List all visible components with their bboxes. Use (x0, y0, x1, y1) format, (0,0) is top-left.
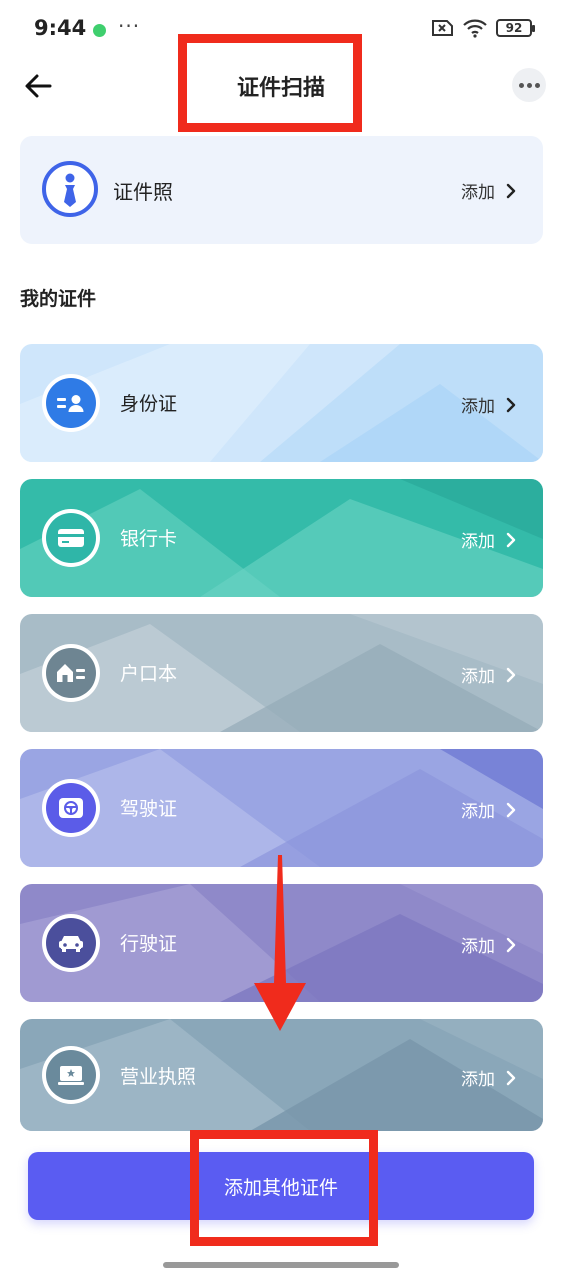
driver-license-card[interactable]: 驾驶证 添加 (20, 749, 543, 867)
household-label: 户口本 (120, 663, 178, 685)
more-dot-icon (518, 82, 524, 88)
id-card-icon-badge (42, 374, 100, 432)
id-photo-card[interactable]: 证件照 添加 (20, 136, 543, 244)
add-label: 添加 (461, 802, 495, 822)
driver-license-icon-badge (42, 779, 100, 837)
chevron-right-icon (506, 1070, 516, 1085)
sim-card-icon (432, 20, 453, 36)
bank-card-icon-badge (42, 509, 100, 567)
household-register-card[interactable]: 户口本 添加 (20, 614, 543, 732)
add-label: 添加 (461, 667, 495, 687)
add-label: 添加 (461, 1070, 495, 1090)
more-dot-icon (534, 82, 540, 88)
person-tie-icon (64, 173, 76, 207)
business-license-card[interactable]: 营业执照 添加 (20, 1019, 543, 1131)
id-photo-label: 证件照 (113, 180, 173, 204)
household-icon-badge (42, 644, 100, 702)
add-other-documents-button[interactable]: 添加其他证件 (28, 1152, 534, 1220)
wifi-icon (463, 19, 487, 38)
business-license-label: 营业执照 (120, 1066, 197, 1088)
chevron-right-icon (506, 802, 516, 817)
car-icon (59, 936, 83, 952)
page-title: 证件扫描 (236, 76, 325, 101)
nav-bar: 证件扫描 (0, 60, 562, 112)
id-card-card[interactable]: 身份证 添加 (20, 344, 543, 462)
certificate-icon (58, 1066, 84, 1085)
more-options-button[interactable] (512, 68, 546, 102)
id-photo-icon (42, 161, 98, 217)
vehicle-license-label: 行驶证 (120, 933, 178, 955)
chevron-right-icon (506, 937, 516, 952)
steering-wheel-icon (59, 798, 83, 818)
household-add[interactable]: 添加 (461, 662, 517, 687)
add-label: 添加 (461, 937, 495, 957)
chevron-right-icon (506, 667, 516, 682)
add-label: 添加 (461, 183, 495, 203)
status-time: 9:44 (34, 16, 87, 40)
status-more-icon: ··· (118, 14, 141, 38)
id-photo-add[interactable]: 添加 (461, 178, 517, 203)
status-bar: 9:44 ··· 92 (0, 0, 562, 60)
battery-icon: 92 (496, 19, 535, 37)
chevron-right-icon (506, 532, 516, 547)
bank-card-card[interactable]: 银行卡 添加 (20, 479, 543, 597)
add-other-label: 添加其他证件 (223, 1176, 338, 1199)
driver-license-add[interactable]: 添加 (461, 797, 517, 822)
id-card-label: 身份证 (120, 393, 178, 415)
bank-card-add[interactable]: 添加 (461, 527, 517, 552)
bank-card-icon (58, 529, 84, 547)
vehicle-license-card[interactable]: 行驶证 添加 (20, 884, 543, 1002)
chevron-right-icon (506, 397, 516, 412)
business-license-icon-badge (42, 1046, 100, 1104)
more-dot-icon (526, 82, 532, 88)
bank-card-label: 银行卡 (120, 528, 178, 550)
home-indicator (163, 1262, 399, 1268)
vehicle-license-add[interactable]: 添加 (461, 932, 517, 957)
vehicle-license-icon-badge (42, 914, 100, 972)
business-license-add[interactable]: 添加 (461, 1065, 517, 1090)
chevron-right-icon (506, 183, 516, 198)
add-label: 添加 (461, 397, 495, 417)
driver-license-label: 驾驶证 (120, 798, 178, 820)
id-card-icon (57, 395, 84, 412)
house-icon (57, 664, 85, 682)
battery-level: 92 (505, 21, 523, 35)
status-indicators: 92 (430, 18, 535, 38)
notification-dot-icon (93, 24, 106, 37)
add-label: 添加 (461, 532, 495, 552)
section-title: 我的证件 (20, 288, 97, 310)
id-card-add[interactable]: 添加 (461, 392, 517, 417)
